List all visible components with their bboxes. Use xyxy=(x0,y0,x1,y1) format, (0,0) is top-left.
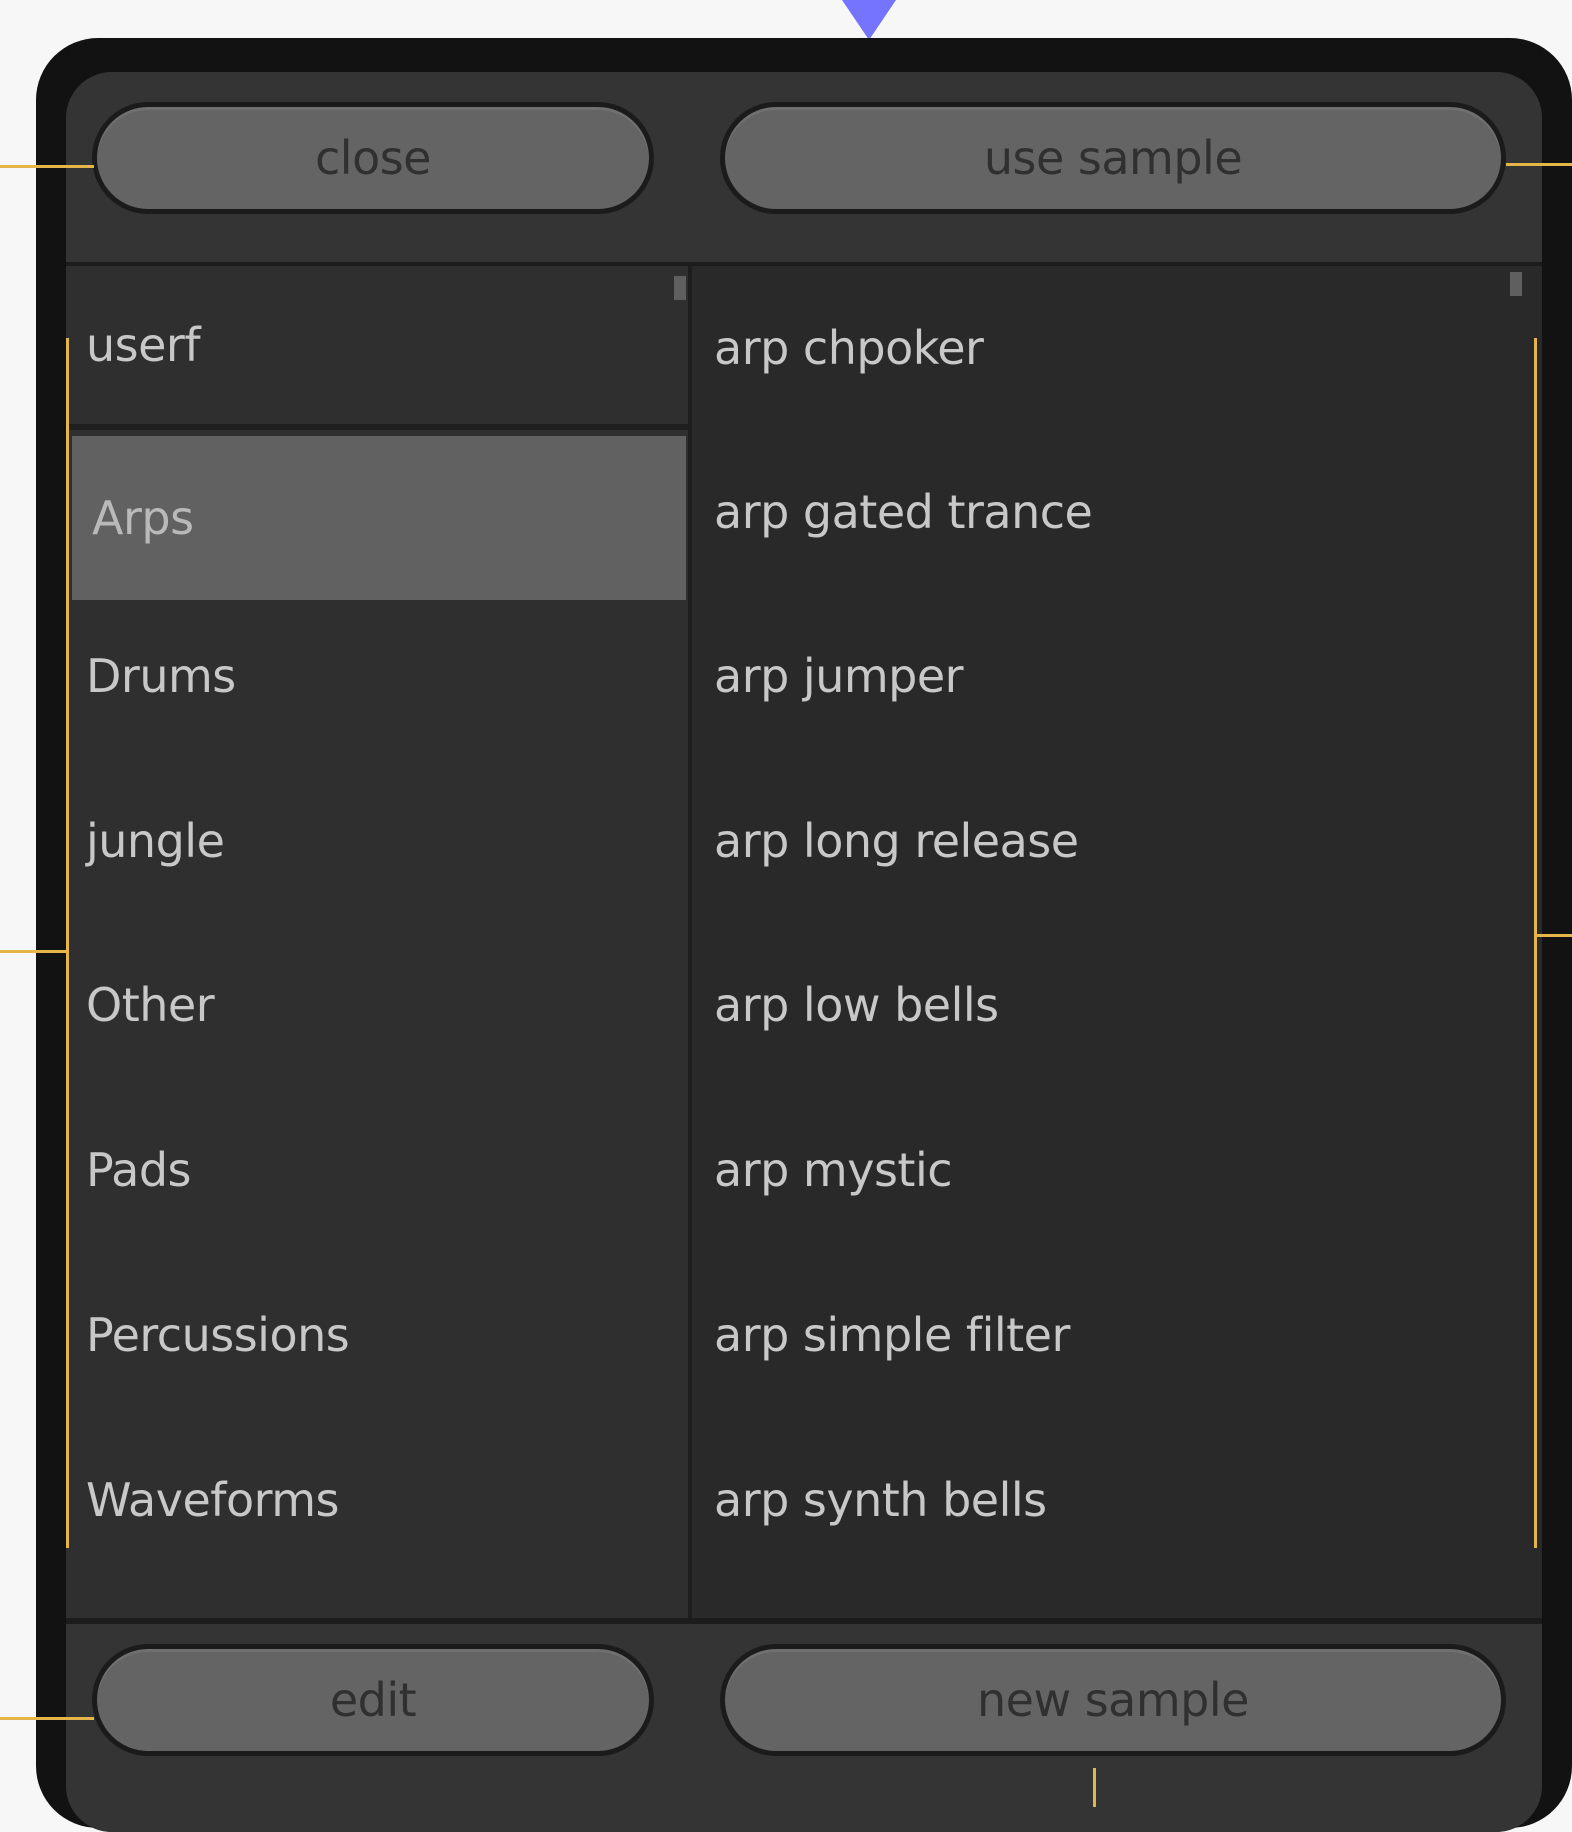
close-button[interactable]: close xyxy=(92,102,654,214)
sample-item-label: arp synth bells xyxy=(714,1473,1047,1527)
sample-item[interactable]: arp chpoker xyxy=(692,266,1542,430)
category-item-arps[interactable]: Arps xyxy=(72,436,686,600)
sample-item-label: arp mystic xyxy=(714,1143,953,1197)
sample-item-label: arp gated trance xyxy=(714,485,1093,539)
category-item-label: Drums xyxy=(86,649,236,703)
callout-use-sample-line xyxy=(1506,163,1572,166)
sample-item[interactable]: arp synth bells xyxy=(692,1418,1542,1582)
sample-scrollbar[interactable] xyxy=(1510,272,1522,296)
sample-item[interactable]: arp long release xyxy=(692,759,1542,923)
pointer-triangle-icon xyxy=(842,0,896,40)
sample-list[interactable]: arp chpoker arp gated trance arp jumper … xyxy=(692,266,1542,1618)
sample-item-label: arp low bells xyxy=(714,978,999,1032)
category-item-waveforms[interactable]: Waveforms xyxy=(66,1418,688,1582)
category-item-label: Other xyxy=(86,978,215,1032)
category-item-jungle[interactable]: jungle xyxy=(66,759,688,923)
category-item-label: userf xyxy=(86,318,201,372)
edit-button[interactable]: edit xyxy=(92,1644,654,1756)
sample-item[interactable]: arp mystic xyxy=(692,1088,1542,1252)
sample-item[interactable]: arp jumper xyxy=(692,594,1542,758)
new-sample-button[interactable]: new sample xyxy=(720,1644,1506,1756)
category-item-label: Waveforms xyxy=(86,1473,339,1527)
category-item-userf[interactable]: userf xyxy=(66,266,688,430)
use-sample-button[interactable]: use sample xyxy=(720,102,1506,214)
sample-picker-panel: close use sample userf Arps Drums jungle… xyxy=(66,72,1542,1832)
sample-item[interactable]: arp low bells xyxy=(692,923,1542,1087)
header-bar: close use sample xyxy=(66,72,1542,266)
category-item-drums[interactable]: Drums xyxy=(66,594,688,758)
sample-item-label: arp jumper xyxy=(714,649,964,703)
category-item-label: Percussions xyxy=(86,1308,350,1362)
callout-sample-list-line xyxy=(1534,338,1537,1548)
callout-close-line xyxy=(0,165,94,168)
callout-category-list-tick xyxy=(0,950,68,953)
category-scrollbar[interactable] xyxy=(674,276,686,300)
sample-item-label: arp chpoker xyxy=(714,321,984,375)
sample-item-label: arp simple filter xyxy=(714,1308,1070,1362)
callout-edit-line xyxy=(0,1717,94,1720)
sample-item-label: arp long release xyxy=(714,814,1079,868)
category-item-label: jungle xyxy=(86,814,225,868)
category-item-label: Arps xyxy=(92,491,194,545)
category-item-other[interactable]: Other xyxy=(66,923,688,1087)
category-item-pads[interactable]: Pads xyxy=(66,1088,688,1252)
callout-sample-list-tick xyxy=(1536,934,1572,937)
sample-item[interactable]: arp gated trance xyxy=(692,430,1542,594)
category-item-label: Pads xyxy=(86,1143,192,1197)
category-item-percussions[interactable]: Percussions xyxy=(66,1253,688,1417)
callout-category-list-line xyxy=(66,338,69,1548)
footer-bar: edit new sample xyxy=(66,1618,1542,1832)
sample-item[interactable]: arp simple filter xyxy=(692,1253,1542,1417)
callout-new-sample-line xyxy=(1093,1768,1096,1807)
category-list[interactable]: userf Arps Drums jungle Other Pads Percu… xyxy=(66,266,688,1618)
